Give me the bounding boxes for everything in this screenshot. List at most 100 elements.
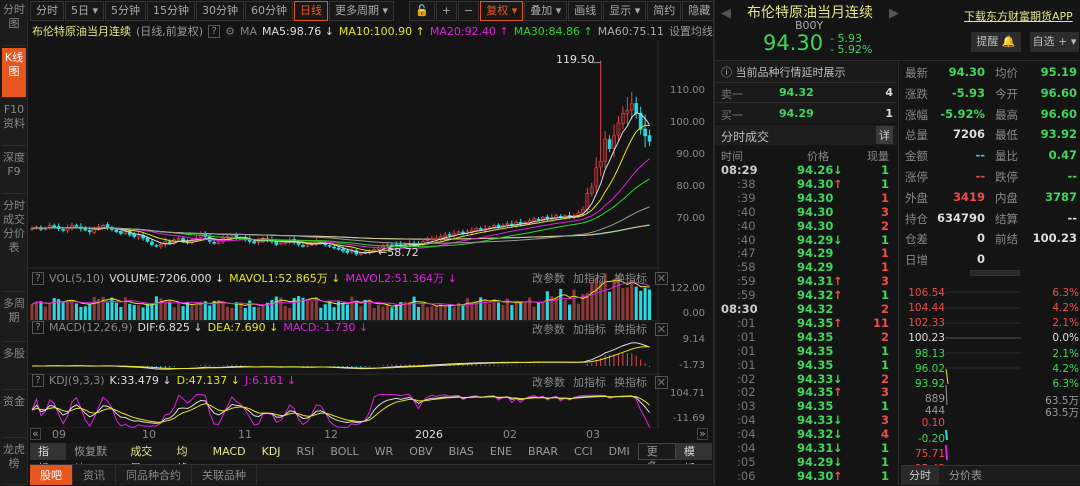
add-indicator-button[interactable]: 加指标 bbox=[573, 374, 606, 390]
close-icon[interactable]: ✕ bbox=[655, 271, 668, 285]
switch-indicator-button[interactable]: 换指标 bbox=[614, 321, 647, 337]
help-button[interactable]: ? bbox=[32, 321, 44, 334]
download-app-link[interactable]: 下载东方财富期货APP bbox=[964, 8, 1073, 24]
bottom-tab[interactable]: 股吧 bbox=[30, 465, 73, 485]
nav-item[interactable]: 多周期 bbox=[2, 294, 26, 342]
tool-button[interactable]: − bbox=[457, 1, 480, 21]
ma60-value: MA60:75.11 bbox=[597, 24, 664, 38]
indicator-tab[interactable]: 成交量 bbox=[122, 443, 168, 475]
add-indicator-button[interactable]: 加指标 bbox=[573, 321, 606, 337]
scroll-left-button[interactable]: « bbox=[30, 428, 41, 440]
candle bbox=[136, 234, 141, 238]
volume-bar bbox=[163, 300, 167, 320]
indicator-tab[interactable]: RSI bbox=[289, 443, 323, 460]
period-button[interactable]: 5日 ▾ bbox=[65, 1, 105, 21]
bottom-tab[interactable]: 资讯 bbox=[73, 465, 116, 485]
tab-price-table[interactable]: 分价表 bbox=[939, 466, 992, 485]
indicator-tab[interactable]: MACD bbox=[205, 443, 254, 460]
nav-item[interactable]: F10资料 bbox=[2, 100, 26, 146]
indicator-tab[interactable]: 更多 bbox=[637, 443, 676, 473]
nav-item[interactable]: 龙虎榜 bbox=[2, 440, 26, 485]
stat-row: 仓差 0 前结 100.23 bbox=[901, 231, 1080, 247]
bid-qty: 1 bbox=[885, 107, 893, 120]
tool-button[interactable]: + bbox=[435, 1, 457, 21]
indicator-tab[interactable]: OBV bbox=[401, 443, 440, 460]
indicator-tab[interactable]: CCI bbox=[566, 443, 601, 460]
ask-row: 卖一 94.32 4 bbox=[715, 82, 897, 102]
indicator-tab[interactable]: KDJ bbox=[254, 443, 289, 460]
tool-button[interactable]: 复权 ▾ bbox=[480, 1, 524, 21]
alert-button[interactable]: 提醒 🔔 bbox=[971, 32, 1021, 52]
trade-row: :06 94.30 ↑ 1 bbox=[715, 469, 897, 483]
help-button[interactable]: ? bbox=[208, 24, 221, 38]
nav-item[interactable]: 分时图 bbox=[2, 0, 26, 46]
next-instrument-icon[interactable]: ▶ bbox=[889, 6, 899, 21]
indicator-tab[interactable]: 恢复默认 bbox=[66, 443, 122, 475]
prev-instrument-icon[interactable]: ◀ bbox=[721, 6, 731, 21]
trade-row: :02 94.35 ↑ 3 bbox=[715, 385, 897, 399]
nav-item[interactable]: 资金 bbox=[2, 392, 26, 438]
bottom-tab[interactable]: 关联品种 bbox=[192, 465, 257, 485]
trades-list[interactable]: 08:29 94.26 ↓ 1:38 94.30 ↑ 1:39 94.30 1:40 94.30 3… bbox=[715, 163, 897, 485]
trade-price: 94.29 bbox=[797, 454, 834, 469]
help-button[interactable]: ? bbox=[32, 374, 44, 387]
indicator-tab[interactable]: WR bbox=[367, 443, 402, 460]
period-button[interactable]: 分时 bbox=[30, 1, 64, 21]
switch-indicator-button[interactable]: 换指标 bbox=[614, 270, 647, 286]
price-axis-label: 110.00 bbox=[670, 85, 705, 96]
gear-icon[interactable]: ⚙ bbox=[225, 25, 235, 38]
nav-item[interactable]: 分时成交分价表 bbox=[2, 196, 26, 292]
help-button[interactable]: ? bbox=[32, 271, 44, 285]
tool-button[interactable]: 简约 bbox=[647, 1, 682, 21]
edit-params-button[interactable]: 改参数 bbox=[532, 270, 565, 286]
close-icon[interactable]: ✕ bbox=[655, 322, 668, 336]
indicator-tab[interactable]: BRAR bbox=[520, 443, 566, 460]
trades-detail-button[interactable]: 详 bbox=[876, 126, 893, 144]
scroll-right-button[interactable]: » bbox=[697, 428, 708, 440]
tool-button[interactable]: 叠加 ▾ bbox=[524, 1, 568, 21]
edit-params-button[interactable]: 改参数 bbox=[532, 374, 565, 390]
bottom-tab[interactable]: 同品种合约 bbox=[116, 465, 192, 485]
period-button[interactable]: 60分钟 bbox=[245, 1, 294, 21]
period-button[interactable]: 30分钟 bbox=[196, 1, 245, 21]
volume-bar bbox=[376, 305, 381, 320]
nav-item[interactable]: K线图 bbox=[2, 48, 26, 98]
stat-value: -- bbox=[1067, 169, 1077, 183]
ma10-value: MA10:100.90 ↑ bbox=[338, 24, 425, 38]
kline-chart-area[interactable] bbox=[28, 40, 660, 428]
indicator-tab[interactable]: BOLL bbox=[322, 443, 366, 460]
period-button[interactable]: 5分钟 bbox=[105, 1, 147, 21]
low-marker-value: 58.72 bbox=[387, 246, 419, 259]
period-button[interactable]: 日线 bbox=[294, 1, 329, 21]
indicator-tab[interactable]: DMI bbox=[601, 443, 638, 460]
date-axis: « 09 10 11 12 2026 02 03 » bbox=[30, 428, 710, 442]
vol-axis-label: 0.00 bbox=[682, 308, 705, 319]
close-icon[interactable]: ✕ bbox=[655, 375, 668, 389]
volume-bar bbox=[114, 302, 118, 320]
add-watchlist-button[interactable]: 自选 + ▾ bbox=[1030, 32, 1079, 52]
volume-bar bbox=[225, 306, 230, 320]
indicator-tab[interactable]: BIAS bbox=[441, 443, 482, 460]
indicator-tab[interactable]: 模板 bbox=[675, 443, 713, 475]
tool-button[interactable]: 画线 bbox=[568, 1, 603, 21]
candle bbox=[345, 250, 350, 253]
mini-axis-pct: 2.1% bbox=[1052, 317, 1079, 329]
nav-item[interactable]: 多股 bbox=[2, 344, 26, 390]
edit-params-button[interactable]: 改参数 bbox=[532, 321, 565, 337]
collapse-handle[interactable] bbox=[970, 270, 1020, 276]
period-button[interactable]: 15分钟 bbox=[147, 1, 196, 21]
nav-item[interactable]: 深度F9 bbox=[2, 148, 26, 194]
indicator-tab[interactable]: 均线 bbox=[168, 443, 204, 475]
trade-price: 94.35 bbox=[797, 343, 834, 358]
lock-icon[interactable]: 🔓 bbox=[409, 1, 435, 21]
indicator-tab[interactable]: ENE bbox=[482, 443, 520, 460]
tab-intraday[interactable]: 分时 bbox=[901, 466, 939, 485]
period-button[interactable]: 更多周期 ▾ bbox=[329, 1, 395, 21]
candle bbox=[74, 225, 79, 227]
add-indicator-button[interactable]: 加指标 bbox=[573, 270, 606, 286]
indicator-tab[interactable]: 指标 bbox=[30, 443, 67, 475]
switch-indicator-button[interactable]: 换指标 bbox=[614, 374, 647, 390]
tool-button[interactable]: 显示 ▾ bbox=[603, 1, 647, 21]
trade-row: :03 94.35 1 bbox=[715, 399, 897, 413]
k-value: K:33.479 ↓ bbox=[109, 374, 172, 387]
